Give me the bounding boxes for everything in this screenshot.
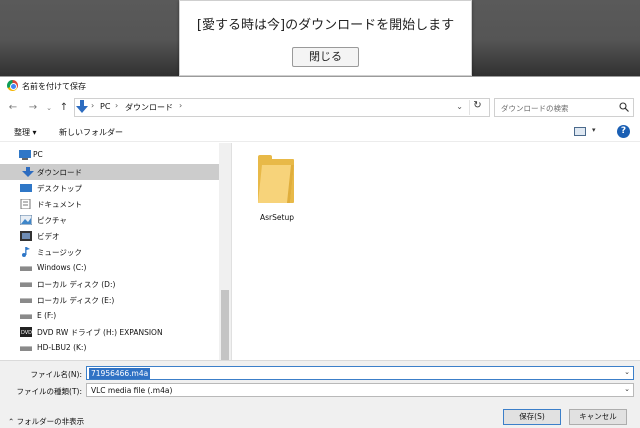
- filetype-value: VLC media file (.m4a): [91, 386, 173, 395]
- search-box[interactable]: ダウンロードの検索: [494, 98, 634, 117]
- close-button[interactable]: 閉じる: [292, 47, 359, 67]
- forward-button[interactable]: →: [26, 102, 40, 113]
- breadcrumb-downloads[interactable]: ダウンロード: [125, 102, 173, 113]
- nav-label: ピクチャ: [37, 216, 67, 225]
- nav-item-music[interactable]: ミュージック: [0, 244, 219, 260]
- nav-item-drive-k[interactable]: HD-LBU2 (K:): [0, 340, 219, 356]
- nav-label: ローカル ディスク (E:): [37, 296, 115, 305]
- nav-item-drive-f[interactable]: E (F:): [0, 308, 219, 324]
- toolbar: 整理 ▾ 新しいフォルダー ▾ ?: [0, 122, 640, 142]
- pc-icon: [19, 150, 31, 160]
- download-arrow-icon: [76, 100, 88, 113]
- music-icon: [22, 247, 30, 257]
- dialog-title: 名前を付けて保存: [22, 82, 86, 91]
- videos-icon: [20, 231, 32, 241]
- hide-folders-label: フォルダーの非表示: [16, 417, 85, 426]
- nav-label: Windows (C:): [37, 263, 87, 272]
- filetype-label: ファイルの種類(T):: [16, 387, 82, 396]
- dvd-icon: DVD: [20, 327, 32, 337]
- nav-item-drive-c[interactable]: Windows (C:): [0, 260, 219, 276]
- help-icon[interactable]: ?: [617, 125, 630, 138]
- nav-label: ダウンロード: [37, 168, 82, 177]
- nav-item-drive-e[interactable]: ローカル ディスク (E:): [0, 292, 219, 308]
- download-message: [愛する時は今]のダウンロードを開始します: [196, 18, 455, 33]
- pictures-icon: [20, 215, 32, 225]
- nav-label: ドキュメント: [37, 200, 82, 209]
- nav-label: ミュージック: [37, 248, 82, 257]
- chevron-up-icon: ⌃: [8, 417, 17, 426]
- hide-folders-toggle[interactable]: ⌃ フォルダーの非表示: [8, 416, 84, 427]
- drive-icon: [20, 298, 32, 303]
- nav-label: HD-LBU2 (K:): [37, 343, 87, 352]
- cancel-button[interactable]: キャンセル: [569, 409, 627, 425]
- organize-button[interactable]: 整理 ▾: [14, 127, 37, 138]
- breadcrumb-pc[interactable]: PC: [100, 102, 110, 111]
- nav-label: E (F:): [37, 311, 57, 320]
- up-button[interactable]: ↑: [57, 102, 71, 113]
- filename-input[interactable]: 71956466.m4a ⌄: [86, 366, 634, 380]
- search-icon: [619, 102, 629, 112]
- nav-label: PC: [33, 150, 43, 159]
- svg-text:DVD: DVD: [21, 330, 32, 336]
- breadcrumb-separator: ›: [179, 101, 183, 110]
- filename-label: ファイル名(N):: [30, 370, 83, 379]
- nav-item-pictures[interactable]: ピクチャ: [0, 212, 219, 228]
- breadcrumb-separator: ›: [115, 101, 119, 110]
- desktop-icon: [20, 184, 32, 192]
- nav-item-downloads[interactable]: ダウンロード: [0, 164, 219, 180]
- nav-label: ビデオ: [37, 232, 60, 241]
- filetype-select[interactable]: VLC media file (.m4a) ⌄: [86, 383, 634, 397]
- filename-value: 71956466.m4a: [89, 368, 151, 379]
- drive-icon: [20, 346, 32, 351]
- refresh-icon[interactable]: ↻: [469, 100, 485, 115]
- nav-item-pc[interactable]: PC: [0, 147, 219, 163]
- drive-icon: [20, 282, 32, 287]
- back-button[interactable]: ←: [6, 102, 20, 113]
- documents-icon: [20, 199, 31, 209]
- address-bar[interactable]: › PC › ダウンロード › ⌄ ↻: [74, 98, 490, 117]
- drive-icon: [20, 314, 32, 319]
- nav-label: デスクトップ: [37, 184, 82, 193]
- nav-item-documents[interactable]: ドキュメント: [0, 196, 219, 212]
- save-form: ファイル名(N): 71956466.m4a ⌄ ファイルの種類(T): VLC…: [0, 360, 640, 428]
- nav-item-dvd-drive[interactable]: DVD DVD RW ドライブ (H:) EXPANSION: [0, 324, 219, 340]
- download-icon: [22, 167, 34, 177]
- nav-item-drive-d[interactable]: ローカル ディスク (D:): [0, 276, 219, 292]
- view-options-icon[interactable]: [574, 127, 586, 136]
- file-name: AsrSetup: [260, 213, 294, 222]
- save-button[interactable]: 保存(S): [503, 409, 561, 425]
- nav-item-desktop[interactable]: デスクトップ: [0, 180, 219, 196]
- chevron-down-icon[interactable]: ⌄: [624, 368, 630, 376]
- download-popup: [愛する時は今]のダウンロードを開始します 閉じる: [179, 0, 472, 76]
- nav-label: ローカル ディスク (D:): [37, 280, 116, 289]
- nav-item-videos[interactable]: ビデオ: [0, 228, 219, 244]
- drive-icon: [20, 266, 32, 271]
- address-dropdown-icon[interactable]: ⌄: [456, 102, 463, 111]
- view-dropdown-icon[interactable]: ▾: [592, 126, 596, 134]
- breadcrumb-separator: ›: [91, 101, 95, 110]
- search-placeholder: ダウンロードの検索: [501, 104, 569, 113]
- nav-label: DVD RW ドライブ (H:) EXPANSION: [37, 328, 163, 337]
- file-item-folder[interactable]: AsrSetup: [251, 155, 303, 227]
- title-bar: 名前を付けて保存: [0, 77, 640, 95]
- new-folder-button[interactable]: 新しいフォルダー: [59, 127, 123, 138]
- nav-scrollbar-thumb[interactable]: [221, 290, 229, 360]
- chrome-icon: [7, 80, 18, 91]
- recent-dropdown-icon[interactable]: ⌄: [42, 104, 56, 112]
- save-as-dialog: 名前を付けて保存 ← → ⌄ ↑ › PC › ダウンロード › ⌄ ↻ ダウン…: [0, 76, 640, 428]
- chevron-down-icon: ⌄: [624, 385, 630, 393]
